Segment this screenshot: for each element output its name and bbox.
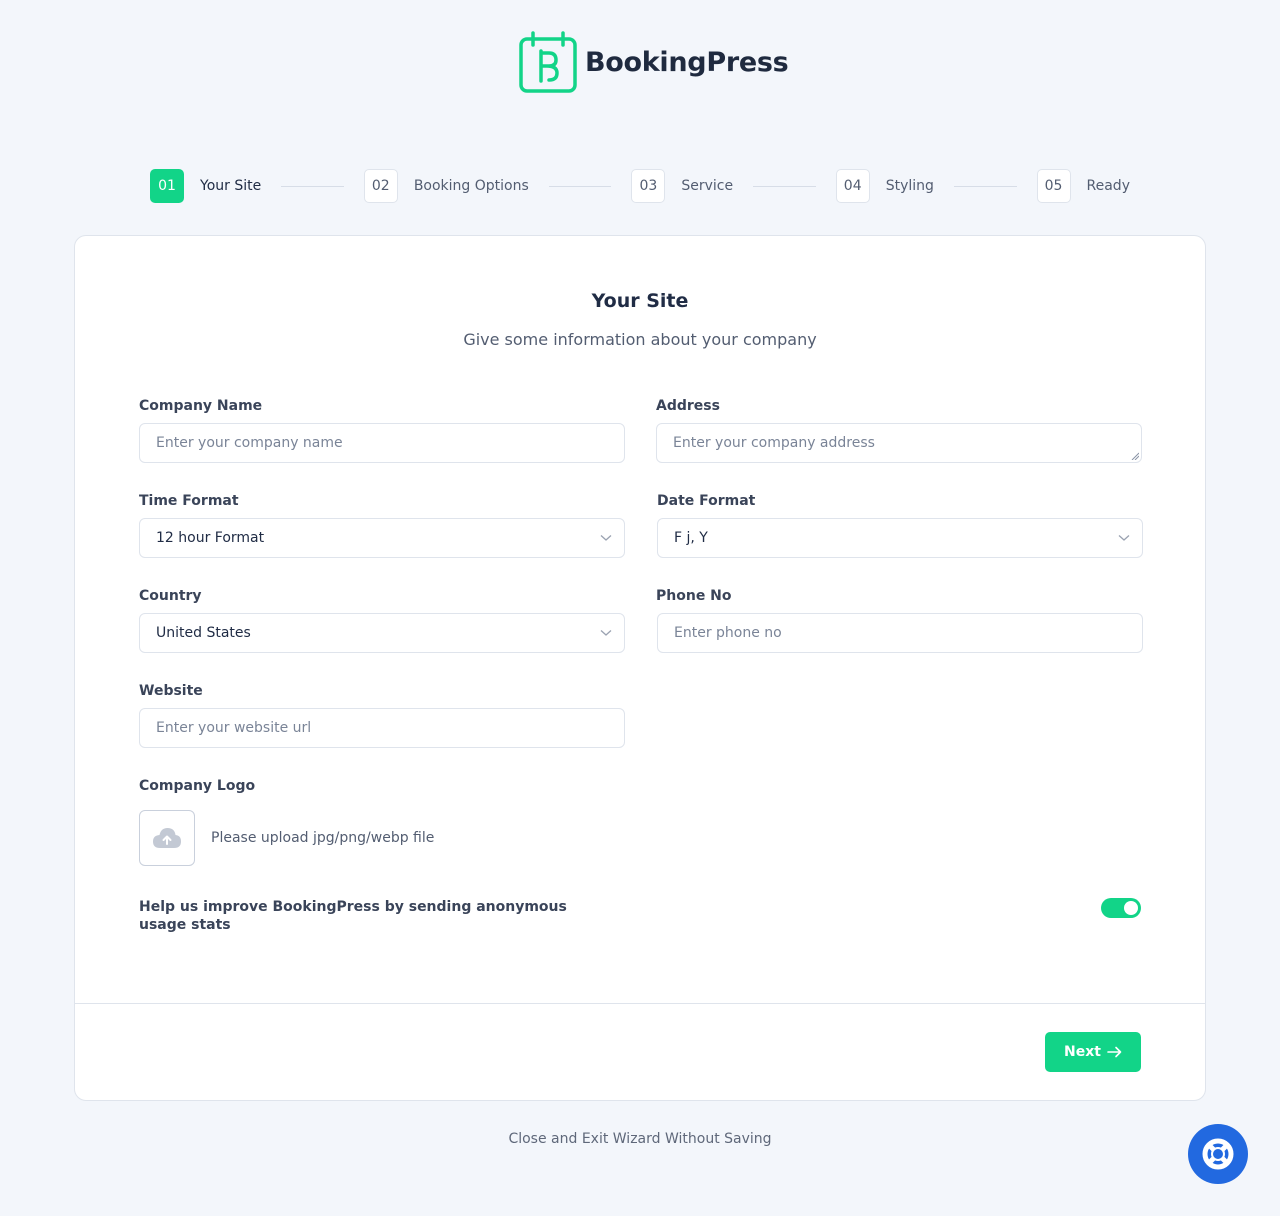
website-field: Website Enter your website url	[139, 682, 625, 748]
chevron-down-icon	[600, 627, 612, 639]
step-connector	[953, 185, 1017, 187]
website-placeholder: Enter your website url	[156, 720, 312, 736]
company-logo-field: Company Logo	[139, 777, 625, 795]
company-name-field: Company Name Enter your company name	[139, 397, 625, 463]
address-field: Address Enter your company address	[656, 397, 1142, 463]
form-subtitle: Give some information about your company	[463, 330, 817, 349]
step-number: 05	[1036, 169, 1071, 203]
wizard-stepper: 01 Your Site 02 Booking Options 03 Servi…	[150, 169, 1130, 203]
brand-name: BookingPress	[585, 46, 789, 78]
step-label: Ready	[1086, 178, 1130, 194]
chevron-down-icon	[1118, 532, 1130, 544]
phone-field: Phone No Enter phone no	[656, 587, 1143, 653]
cloud-upload-icon	[153, 828, 181, 848]
address-textarea[interactable]: Enter your company address	[656, 423, 1142, 463]
step-number: 03	[631, 169, 666, 203]
step-connector	[548, 185, 612, 187]
resize-grip-icon[interactable]	[1131, 452, 1139, 460]
date-format-value: F j, Y	[674, 530, 708, 546]
step-number: 02	[363, 169, 398, 203]
step-connector	[281, 185, 344, 187]
step-service[interactable]: 03 Service	[631, 169, 733, 203]
company-name-label: Company Name	[139, 398, 263, 414]
bookingpress-logo-icon	[519, 31, 577, 93]
time-format-select[interactable]: 12 hour Format	[139, 518, 625, 558]
company-logo-label: Company Logo	[139, 778, 256, 794]
lifebuoy-icon	[1202, 1138, 1234, 1170]
website-input[interactable]: Enter your website url	[139, 708, 625, 748]
time-format-label: Time Format	[139, 493, 239, 509]
toggle-knob	[1124, 901, 1138, 915]
card-divider	[75, 1003, 1205, 1004]
step-your-site[interactable]: 01 Your Site	[150, 169, 261, 203]
step-label: Service	[681, 178, 734, 194]
chevron-down-icon	[600, 532, 612, 544]
country-field: Country United States	[139, 587, 625, 653]
help-button[interactable]	[1188, 1124, 1248, 1184]
step-number: 01	[150, 169, 184, 203]
company-name-input[interactable]: Enter your company name	[139, 423, 625, 463]
country-label: Country	[139, 588, 202, 604]
close-exit-wizard-link[interactable]: Close and Exit Wizard Without Saving	[0, 1131, 1280, 1147]
usage-stats-toggle[interactable]	[1101, 898, 1141, 918]
step-styling[interactable]: 04 Styling	[835, 169, 934, 203]
brand-logo: BookingPress	[519, 31, 789, 93]
step-number: 04	[835, 169, 870, 203]
date-format-field: Date Format F j, Y	[657, 492, 1143, 558]
address-label: Address	[656, 398, 720, 414]
next-button-label: Next	[1064, 1044, 1101, 1060]
upload-hint: Please upload jpg/png/webp file	[211, 830, 435, 846]
logo-upload-button[interactable]	[139, 810, 195, 866]
next-button[interactable]: Next	[1045, 1032, 1141, 1072]
step-label: Your Site	[200, 178, 262, 194]
time-format-value: 12 hour Format	[156, 530, 265, 546]
phone-placeholder: Enter phone no	[674, 625, 782, 641]
step-label: Styling	[885, 178, 934, 194]
phone-input[interactable]: Enter phone no	[657, 613, 1143, 653]
phone-label: Phone No	[656, 588, 732, 604]
date-format-select[interactable]: F j, Y	[657, 518, 1143, 558]
form-title: Your Site	[591, 290, 689, 312]
time-format-field: Time Format 12 hour Format	[139, 492, 625, 558]
usage-stats-label: Help us improve BookingPress by sending …	[139, 899, 567, 933]
address-placeholder: Enter your company address	[673, 435, 875, 451]
company-name-placeholder: Enter your company name	[156, 435, 343, 451]
country-value: United States	[156, 625, 251, 641]
step-ready[interactable]: 05 Ready	[1036, 169, 1130, 203]
step-label: Booking Options	[413, 178, 529, 194]
arrow-right-icon	[1107, 1046, 1122, 1058]
step-connector	[753, 185, 816, 187]
date-format-label: Date Format	[657, 493, 756, 509]
step-booking-options[interactable]: 02 Booking Options	[363, 169, 529, 203]
country-select[interactable]: United States	[139, 613, 625, 653]
wizard-card: Your Site Give some information about yo…	[74, 235, 1206, 1101]
website-label: Website	[139, 683, 203, 699]
